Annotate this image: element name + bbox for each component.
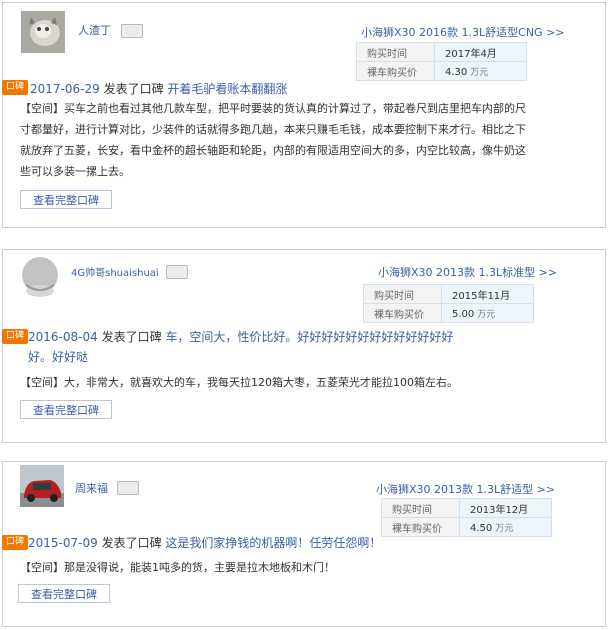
purchase-time-value: 2015年11月 — [441, 284, 534, 304]
price-value: 4.50 — [470, 522, 493, 534]
username[interactable]: 人渣丁 — [78, 22, 111, 38]
purchase-info-table: 购买时间 2017年4月 裸车购买价 4.30 万元 — [356, 42, 527, 81]
review-action: 发表了口碑 — [101, 330, 162, 344]
review-title[interactable]: 开着毛驴看账本翻翻涨 — [167, 82, 287, 96]
review-action: 发表了口碑 — [101, 536, 162, 550]
purchase-time-label: 购买时间 — [363, 284, 442, 304]
purchase-time-value: 2017年4月 — [434, 42, 527, 62]
review-body-line: 就放弃了五菱，长安，看中金杯的超长轴距和轮距，内部的有限适用空间大的多，内空比较… — [20, 144, 526, 157]
user-avatar[interactable] — [18, 255, 62, 297]
username[interactable]: 4G帅哥shuaishuai — [71, 264, 159, 279]
review-body-line: 【空间】买车之前也看过其他几款车型，把平时要装的货认真的计算过了，带起卷尺到店里… — [20, 102, 526, 115]
car-model-link[interactable]: 小海狮X30 2013款 1.3L标准型 >> — [378, 264, 557, 280]
review-body: 【空间】大，非常大，就喜欢大的车，我每天拉120箱大枣，五菱荣光才能拉100箱左… — [20, 372, 590, 393]
review-body-line: 【空间】那是没得说，能装1吨多的货，主要是拉木地板和木门！ — [20, 561, 335, 574]
car-model-link[interactable]: 小海狮X30 2013款 1.3L舒适型 >> — [376, 481, 555, 497]
view-full-review-button[interactable]: 查看完整口碑 — [20, 190, 112, 209]
review-title[interactable]: 车，空间大，性价比好。好好好好好好好好好好好好好 — [165, 330, 453, 344]
koubei-tag: 口碑 — [2, 535, 28, 550]
review-body-line: 【空间】大，非常大，就喜欢大的车，我每天拉120箱大枣，五菱荣光才能拉100箱左… — [20, 376, 458, 389]
view-full-review-button[interactable]: 查看完整口碑 — [20, 400, 112, 419]
review-body-line: 些可以多装一摞上去。 — [20, 165, 130, 178]
review-title[interactable]: 这是我们家挣钱的机器啊！任劳任怨啊！ — [165, 536, 381, 550]
member-badge-icon — [121, 24, 143, 38]
koubei-tag: 口碑 — [2, 80, 28, 95]
review-body-line: 寸都量好，进行计算对比，少装件的话就得多跑几趟，本来只赚毛毛钱，成本要控制下来才… — [20, 123, 526, 136]
review-title-continued[interactable]: 好。好好哒 — [28, 348, 88, 365]
user-avatar[interactable] — [21, 11, 65, 53]
review-body: 【空间】买车之前也看过其他几款车型，把平时要装的货认真的计算过了，带起卷尺到店里… — [20, 98, 590, 182]
review-action: 发表了口碑 — [103, 82, 164, 96]
purchase-info-table: 购买时间 2013年12月 裸车购买价 4.50 万元 — [381, 498, 552, 537]
review-header-line: 2016-08-04 发表了口碑 车，空间大，性价比好。好好好好好好好好好好好好… — [28, 328, 453, 345]
koubei-tag: 口碑 — [2, 329, 28, 344]
member-badge-icon — [117, 481, 139, 495]
price-label: 裸车购买价 — [356, 61, 435, 81]
purchase-time-label: 购买时间 — [356, 42, 435, 62]
price-label: 裸车购买价 — [381, 517, 460, 537]
review-header-line: 2017-06-29 发表了口碑 开着毛驴看账本翻翻涨 — [30, 80, 287, 97]
review-date: 2017-06-29 — [30, 82, 100, 96]
view-full-review-button[interactable]: 查看完整口碑 — [18, 584, 110, 603]
price-unit: 万元 — [495, 523, 514, 534]
price-label: 裸车购买价 — [363, 303, 442, 323]
price-value: 5.00 — [452, 308, 475, 320]
member-badge-icon — [166, 265, 188, 279]
purchase-time-label: 购买时间 — [381, 498, 460, 518]
price-value: 4.30 — [445, 66, 468, 78]
purchase-time-value: 2013年12月 — [459, 498, 552, 518]
price-unit: 万元 — [470, 67, 489, 78]
username[interactable]: 周来福 — [75, 480, 108, 496]
user-avatar[interactable] — [20, 465, 64, 507]
price-unit: 万元 — [477, 309, 496, 320]
review-date: 2016-08-04 — [28, 330, 98, 344]
review-body: 【空间】那是没得说，能装1吨多的货，主要是拉木地板和木门！ — [20, 557, 590, 578]
review-header-line: 2015-07-09 发表了口碑 这是我们家挣钱的机器啊！任劳任怨啊！ — [28, 534, 381, 551]
purchase-info-table: 购买时间 2015年11月 裸车购买价 5.00 万元 — [363, 284, 534, 323]
review-date: 2015-07-09 — [28, 536, 98, 550]
car-model-link[interactable]: 小海狮X30 2016款 1.3L舒适型CNG >> — [361, 24, 565, 40]
